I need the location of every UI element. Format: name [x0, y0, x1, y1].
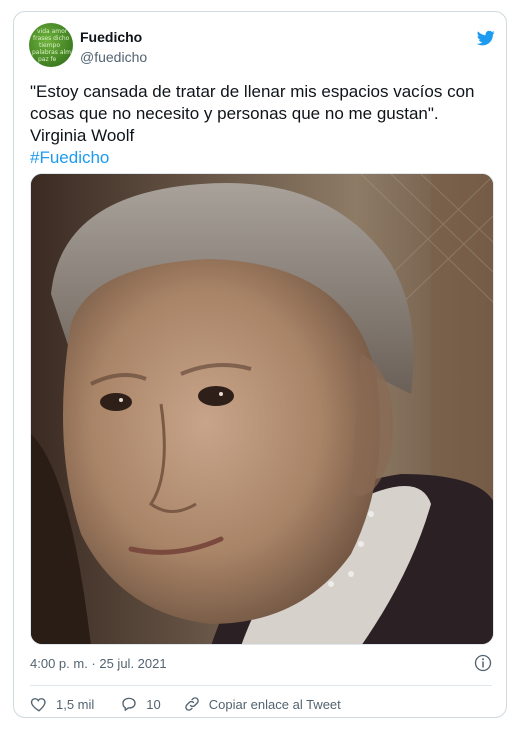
tweet-card[interactable]: vida amor frases dicho tiempo palabras a…: [13, 11, 507, 718]
author-name[interactable]: Fuedicho: [80, 29, 142, 45]
like-button[interactable]: 1,5 mil: [30, 695, 94, 713]
info-icon[interactable]: [474, 654, 492, 672]
twitter-bird-icon[interactable]: [475, 29, 497, 47]
reply-button[interactable]: 10: [120, 695, 161, 713]
tweet-text-line: "Estoy cansada de tratar de llenar mis e…: [30, 82, 475, 101]
tweet-text-line: Virginia Woolf: [30, 126, 135, 145]
tweet-photo[interactable]: [30, 173, 494, 645]
tweet-text-line: cosas que no necesito y personas que no …: [30, 104, 439, 123]
link-icon: [184, 697, 199, 711]
divider: [30, 685, 492, 686]
tweet-timestamp[interactable]: 4:00 p. m. · 25 jul. 2021: [30, 656, 167, 671]
like-count: 1,5 mil: [56, 696, 95, 712]
tweet-text: "Estoy cansada de tratar de llenar mis e…: [30, 81, 500, 169]
copy-link-button[interactable]: Copiar enlace al Tweet: [183, 695, 341, 713]
reply-count: 10: [146, 696, 161, 712]
author-avatar[interactable]: vida amor frases dicho tiempo palabras a…: [29, 23, 73, 67]
author-handle[interactable]: @fuedicho: [80, 49, 147, 65]
tweet-actions-bar: 1,5 mil 10 Copiar enlace al Tweet: [30, 689, 341, 719]
copy-link-label: Copiar enlace al Tweet: [208, 696, 341, 712]
reply-bubble-icon: [122, 697, 136, 711]
portrait-illustration: [31, 174, 493, 644]
heart-icon: [30, 698, 46, 712]
hashtag-link[interactable]: #Fuedicho: [30, 147, 500, 169]
